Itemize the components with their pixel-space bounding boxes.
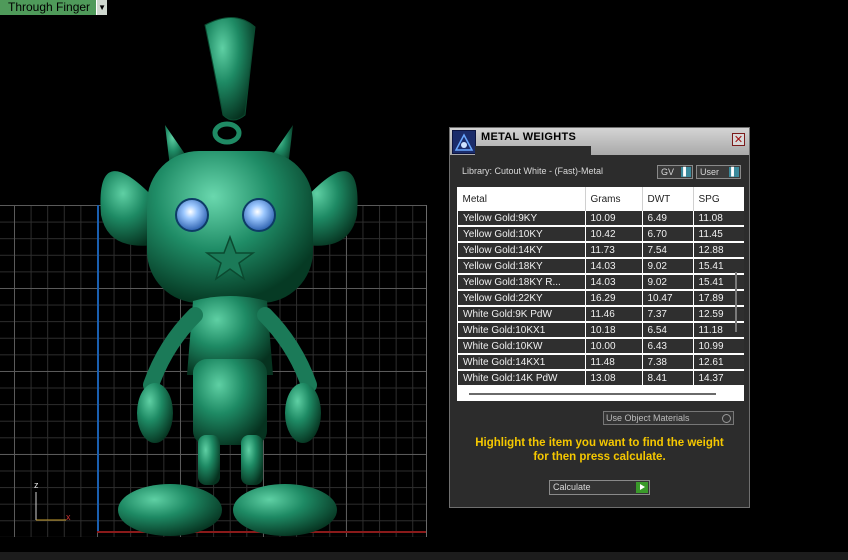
- cell-metal: White Gold:14KX1: [457, 354, 586, 371]
- cell-metal: White Gold:10KX1: [457, 322, 586, 339]
- cell-grams: 14.03: [585, 258, 643, 275]
- table-row[interactable]: White Gold:14K PdW 13.08 8.41 14.37: [457, 370, 744, 387]
- use-object-materials-option[interactable]: Use Object Materials: [603, 411, 734, 425]
- table-row[interactable]: White Gold:14KX1 11.48 7.38 12.61: [457, 354, 744, 371]
- cell-spg: 12.61: [693, 354, 744, 371]
- table-row[interactable]: White Gold:10KW 10.00 6.43 10.99: [457, 338, 744, 355]
- axis-gizmo: z x: [28, 480, 88, 530]
- cell-grams: 10.00: [585, 338, 643, 355]
- pendant-character-model[interactable]: [95, 15, 365, 540]
- cell-dwt: 7.38: [642, 354, 694, 371]
- cell-metal: Yellow Gold:18KY: [457, 258, 586, 275]
- cell-metal: Yellow Gold:14KY: [457, 242, 586, 259]
- cell-dwt: 6.43: [642, 338, 694, 355]
- chevron-down-icon[interactable]: ▼: [96, 0, 108, 15]
- cell-grams: 11.46: [585, 306, 643, 323]
- cell-grams: 10.18: [585, 322, 643, 339]
- table-row[interactable]: Yellow Gold:14KY 11.73 7.54 12.88: [457, 242, 744, 259]
- table-row[interactable]: White Gold:9K PdW 11.46 7.37 12.59: [457, 306, 744, 323]
- z-axis-label: z: [34, 480, 39, 490]
- instruction-line-2: for then press calculate.: [533, 451, 666, 463]
- calculate-label: Calculate: [553, 482, 591, 492]
- cell-grams: 10.42: [585, 226, 643, 243]
- cell-spg: 12.88: [693, 242, 744, 259]
- calculate-button[interactable]: Calculate: [549, 480, 650, 495]
- play-icon[interactable]: [636, 482, 648, 493]
- close-icon[interactable]: ✕: [732, 133, 745, 146]
- cell-spg: 10.99: [693, 338, 744, 355]
- cell-dwt: 8.41: [642, 370, 694, 387]
- table-row[interactable]: Yellow Gold:22KY 16.29 10.47 17.89: [457, 290, 744, 307]
- dropdown-icon[interactable]: ▌: [681, 167, 691, 177]
- cell-spg: 11.08: [693, 211, 744, 227]
- table-row[interactable]: White Gold:10KX1 10.18 6.54 11.18: [457, 322, 744, 339]
- column-header-metal[interactable]: Metal: [457, 187, 586, 211]
- cell-grams: 10.09: [585, 211, 643, 227]
- vertical-scrollbar[interactable]: [735, 272, 737, 332]
- cell-dwt: 10.47: [642, 290, 694, 307]
- cell-dwt: 7.37: [642, 306, 694, 323]
- instruction-line-1: Highlight the item you want to find the …: [475, 437, 724, 449]
- panel-title: METAL WEIGHTS: [481, 131, 577, 143]
- cell-spg: 11.45: [693, 226, 744, 243]
- cell-spg: 14.37: [693, 370, 744, 387]
- cell-metal: Yellow Gold:9KY: [457, 211, 586, 227]
- column-header-grams[interactable]: Grams: [585, 187, 643, 211]
- user-select[interactable]: User ▌: [696, 165, 741, 179]
- dropdown-icon[interactable]: ▌: [729, 167, 739, 177]
- table-header-row: Metal Grams DWT SPG: [457, 187, 744, 211]
- library-label: Library: Cutout White - (Fast)-Metal: [462, 166, 604, 176]
- gv-select[interactable]: GV ▌: [657, 165, 693, 179]
- instruction-text: Highlight the item you want to find the …: [450, 436, 749, 464]
- cell-dwt: 6.49: [642, 211, 694, 227]
- cell-metal: Yellow Gold:18KY R...: [457, 274, 586, 291]
- metal-table[interactable]: Metal Grams DWT SPG Yellow Gold:9KY 10.09…: [457, 187, 744, 401]
- horizontal-scrollbar[interactable]: [469, 393, 716, 395]
- cell-metal: White Gold:9K PdW: [457, 306, 586, 323]
- cell-metal: White Gold:14K PdW: [457, 370, 586, 387]
- table-row[interactable]: Yellow Gold:10KY 10.42 6.70 11.45: [457, 226, 744, 243]
- cell-dwt: 6.70: [642, 226, 694, 243]
- cell-dwt: 9.02: [642, 274, 694, 291]
- radio-icon[interactable]: [722, 414, 731, 423]
- cell-grams: 11.73: [585, 242, 643, 259]
- panel-header[interactable]: METAL WEIGHTS ✕: [450, 128, 749, 155]
- x-axis-label: x: [66, 512, 71, 522]
- cell-dwt: 7.54: [642, 242, 694, 259]
- use-object-materials-label: Use Object Materials: [606, 413, 690, 423]
- panel-title-tab: [475, 146, 591, 155]
- cell-metal: White Gold:10KW: [457, 338, 586, 355]
- gv-select-value: GV: [661, 167, 675, 177]
- metal-weights-panel: METAL WEIGHTS ✕ Library: Cutout White - …: [449, 127, 750, 508]
- cell-grams: 11.48: [585, 354, 643, 371]
- cell-metal: Yellow Gold:10KY: [457, 226, 586, 243]
- cell-metal: Yellow Gold:22KY: [457, 290, 586, 307]
- viewport-bottom-strip: [0, 552, 848, 560]
- cell-dwt: 6.54: [642, 322, 694, 339]
- cell-grams: 13.08: [585, 370, 643, 387]
- viewport-label-dropdown[interactable]: Through Finger ▼: [0, 0, 108, 15]
- cell-grams: 16.29: [585, 290, 643, 307]
- cell-grams: 14.03: [585, 274, 643, 291]
- column-header-dwt[interactable]: DWT: [642, 187, 694, 211]
- column-header-spg[interactable]: SPG: [693, 187, 744, 211]
- viewport-label-text: Through Finger: [0, 0, 97, 15]
- app-logo-icon: [452, 130, 476, 154]
- user-select-value: User: [700, 167, 720, 177]
- table-row[interactable]: Yellow Gold:18KY 14.03 9.02 15.41: [457, 258, 744, 275]
- table-row[interactable]: Yellow Gold:18KY R... 14.03 9.02 15.41: [457, 274, 744, 291]
- grid-edge: [426, 205, 427, 537]
- cell-dwt: 9.02: [642, 258, 694, 275]
- table-row[interactable]: Yellow Gold:9KY 10.09 6.49 11.08: [457, 211, 744, 227]
